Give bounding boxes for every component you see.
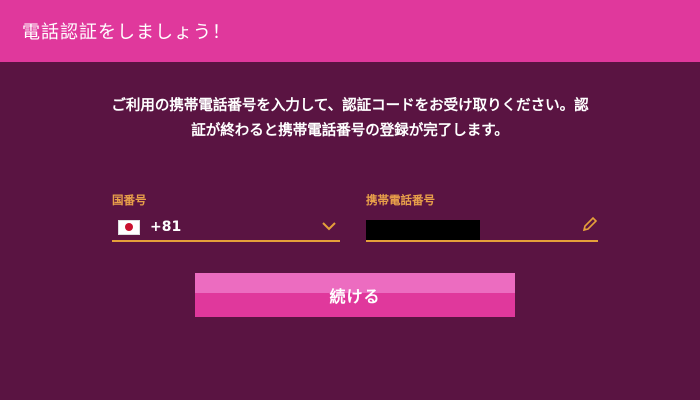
country-code-value: +81 (150, 219, 182, 235)
japan-flag-icon (118, 219, 140, 235)
header-bar: 電話認証をしましょう！ (0, 0, 700, 62)
phone-number-label: 携帯電話番号 (366, 193, 435, 207)
phone-number-redacted (366, 220, 480, 240)
phone-number-field[interactable] (366, 214, 598, 242)
instructions-text: ご利用の携帯電話番号を入力して、認証コードをお受け取りください。認証が終わると携… (111, 98, 589, 139)
country-code-select[interactable]: +81 (112, 214, 340, 242)
page-title: 電話認証をしましょう！ (22, 22, 231, 43)
pencil-edit-icon[interactable] (580, 216, 598, 234)
chevron-down-icon[interactable] (320, 217, 338, 235)
country-code-label: 国番号 (112, 193, 147, 207)
continue-button[interactable]: 続ける (195, 273, 515, 317)
